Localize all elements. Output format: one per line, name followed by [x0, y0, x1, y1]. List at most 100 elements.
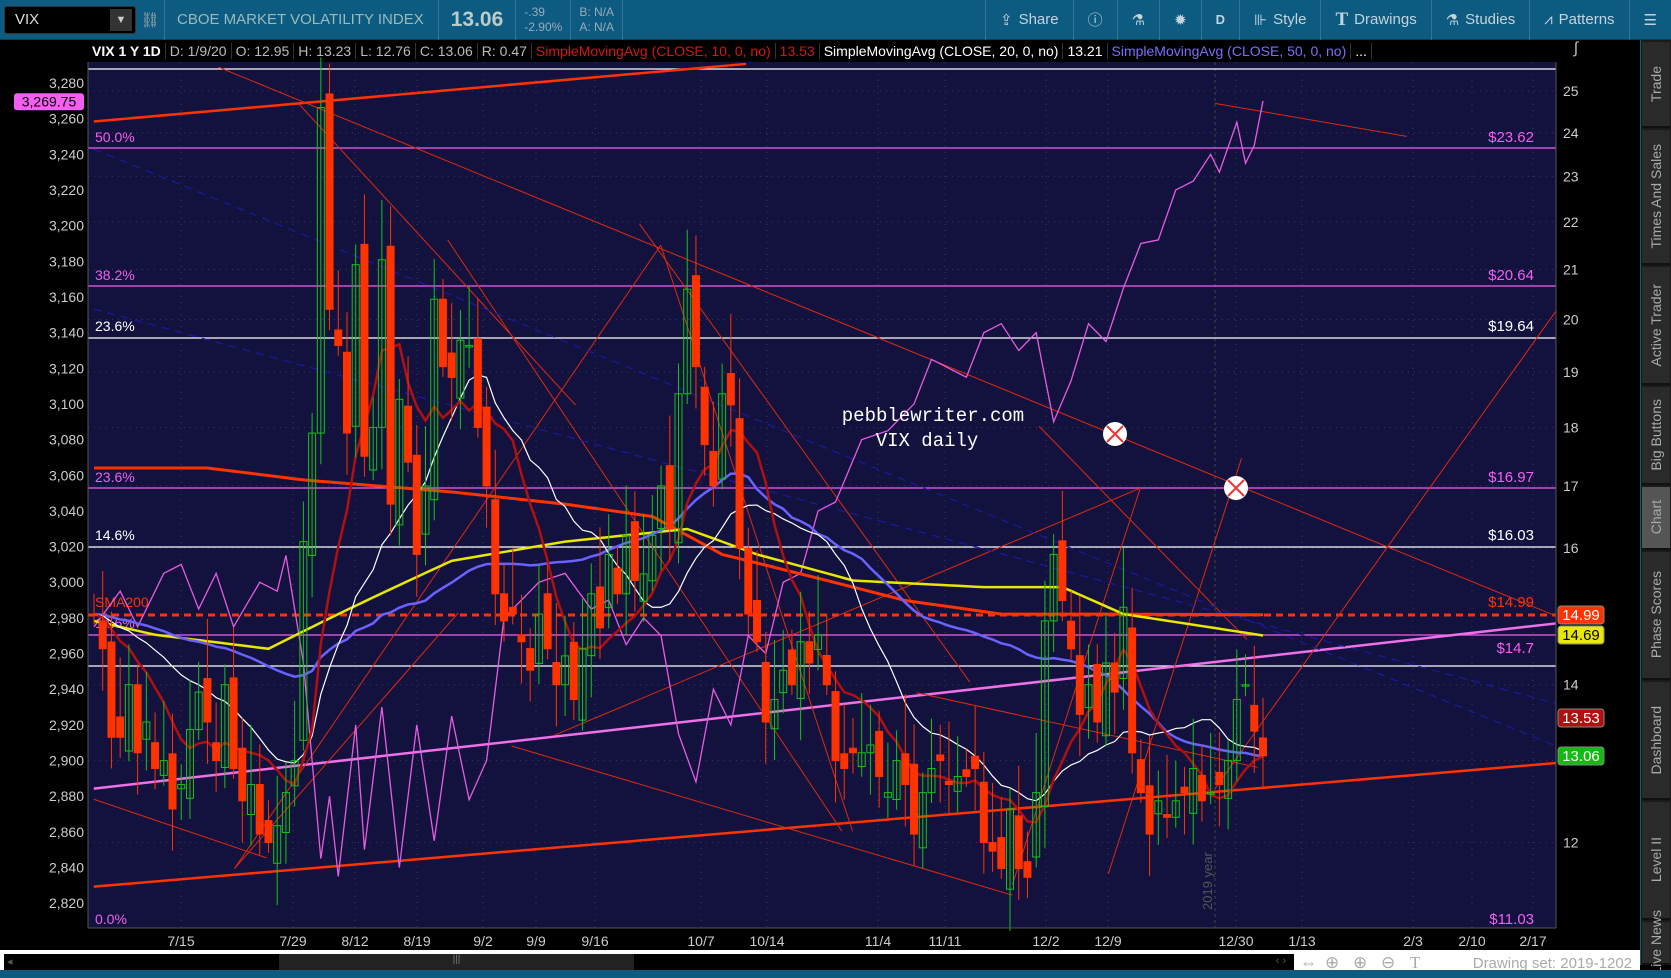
price-chart[interactable]: 50.0%38.2%23.6%23.6%14.6%SMA20014.6%0.0%… — [0, 0, 1640, 950]
candle-body — [552, 662, 561, 686]
candle-body — [691, 275, 700, 368]
candle-body — [98, 620, 107, 650]
left-axis-tick: 2,820 — [49, 895, 84, 911]
right-axis-tick: 24 — [1563, 125, 1579, 141]
left-axis-tick: 3,080 — [49, 432, 84, 448]
candle-body — [901, 753, 910, 786]
side-tab-chart[interactable]: Chart — [1642, 487, 1670, 550]
fib-label-right: $23.62 — [1488, 129, 1534, 146]
scroll-left-icon[interactable]: ◂ — [7, 955, 13, 968]
fib-label-left: 38.2% — [95, 267, 135, 283]
fib-label-left: 50.0% — [95, 129, 135, 145]
candle-body — [1067, 620, 1076, 650]
right-axis-tick: 20 — [1563, 311, 1579, 327]
candle-body — [238, 747, 247, 802]
candle-body — [753, 600, 762, 643]
candle-body — [700, 386, 709, 446]
x-axis-label: 2/3 — [1403, 933, 1423, 949]
candle-body — [1145, 785, 1154, 835]
x-axis-label: 9/16 — [581, 933, 608, 949]
side-tab-trade[interactable]: Trade — [1642, 42, 1670, 128]
candle-body — [569, 641, 578, 700]
side-tab-big-buttons[interactable]: Big Buttons — [1642, 387, 1670, 485]
side-panel-tabs: Trade Times And Sales Active Trader Big But… — [1640, 40, 1671, 975]
scroll-right-icon[interactable]: ‹ › — [1276, 955, 1286, 967]
side-tab-live-news[interactable]: Live News — [1642, 910, 1670, 975]
candle-body — [1128, 627, 1137, 754]
candle-body — [1110, 662, 1119, 693]
x-axis-label: 9/9 — [526, 933, 546, 949]
candle-body — [1075, 655, 1084, 715]
fib-label-right: $14.7 — [1496, 640, 1534, 657]
side-tab-level-ii[interactable]: Level II — [1642, 802, 1670, 920]
annotation-title: VIX daily — [876, 430, 979, 452]
alert-marker[interactable] — [1103, 422, 1127, 446]
candle-body — [473, 338, 482, 428]
candle-body — [1023, 861, 1032, 878]
candle-body — [1259, 737, 1267, 757]
side-tab-label: Dashboard — [1648, 705, 1664, 775]
fib-label-right: $16.97 — [1488, 469, 1534, 486]
candle-body — [709, 450, 718, 487]
year-separator-label: 2019 year — [1200, 852, 1215, 910]
candle-body — [334, 329, 343, 346]
fib-label-left: 23.6% — [95, 469, 135, 485]
x-axis-label: 1/13 — [1288, 933, 1315, 949]
side-tab-label: Active Trader — [1648, 283, 1664, 367]
candle-body — [979, 781, 988, 844]
price-badge-text: 14.69 — [1562, 627, 1600, 644]
left-axis-tick: 3,260 — [49, 111, 84, 127]
candle-body — [971, 755, 980, 770]
x-axis-label: 11/11 — [929, 933, 962, 949]
x-axis-label: 10/7 — [687, 933, 714, 949]
spx-price-badge-text: 3,269.75 — [22, 93, 77, 109]
candle-body — [404, 405, 413, 463]
right-axis-tick: 14 — [1563, 677, 1579, 693]
candle-body — [613, 567, 622, 595]
alert-marker[interactable] — [1224, 476, 1248, 500]
fib-label-left: 0.0% — [95, 911, 127, 927]
side-tab-active-trader[interactable]: Active Trader — [1642, 267, 1670, 385]
candle-body — [665, 465, 674, 530]
candle-body — [90, 613, 98, 617]
candle-body — [910, 763, 919, 835]
side-tab-dashboard[interactable]: Dashboard — [1642, 682, 1670, 800]
side-tab-times-and-sales[interactable]: Times And Sales — [1642, 130, 1670, 265]
candle-body — [787, 649, 796, 686]
candle-body — [508, 606, 517, 615]
candle-body — [848, 747, 857, 754]
right-axis-tick: 21 — [1563, 262, 1579, 278]
left-axis-tick: 3,240 — [49, 146, 84, 162]
x-axis-label: 12/9 — [1094, 933, 1121, 949]
left-axis-tick: 3,160 — [49, 289, 84, 305]
left-axis-tick: 3,040 — [49, 503, 84, 519]
candle-body — [168, 753, 177, 810]
right-axis-tick: 23 — [1563, 168, 1579, 184]
candle-body — [595, 586, 604, 629]
right-axis-tick: 17 — [1563, 478, 1579, 494]
x-axis-label: 9/2 — [473, 933, 493, 949]
fib-label-right: $11.03 — [1489, 911, 1534, 928]
candle-body — [526, 648, 535, 671]
x-axis-label: 7/15 — [167, 933, 194, 949]
candle-body — [875, 730, 884, 777]
candle-body — [229, 677, 238, 770]
left-axis-tick: 3,060 — [49, 467, 84, 483]
left-axis-tick: 3,280 — [49, 75, 84, 91]
candle-body — [212, 742, 221, 762]
candle-body — [482, 406, 491, 487]
candle-body — [761, 661, 770, 723]
candle-body — [360, 243, 369, 457]
x-axis-label: 12/30 — [1218, 933, 1253, 949]
right-axis-tick: 18 — [1563, 419, 1579, 435]
candle-body — [491, 499, 500, 595]
left-axis-tick: 2,840 — [49, 860, 84, 876]
candle-body — [1215, 771, 1224, 786]
left-axis-tick: 3,220 — [49, 182, 84, 198]
candle-body — [744, 547, 753, 615]
candle-body — [255, 784, 264, 835]
left-axis-tick: 2,880 — [49, 788, 84, 804]
left-axis-tick: 3,140 — [49, 325, 84, 341]
side-tab-phase-scores[interactable]: Phase Scores — [1642, 552, 1670, 680]
candle-body — [203, 678, 212, 723]
